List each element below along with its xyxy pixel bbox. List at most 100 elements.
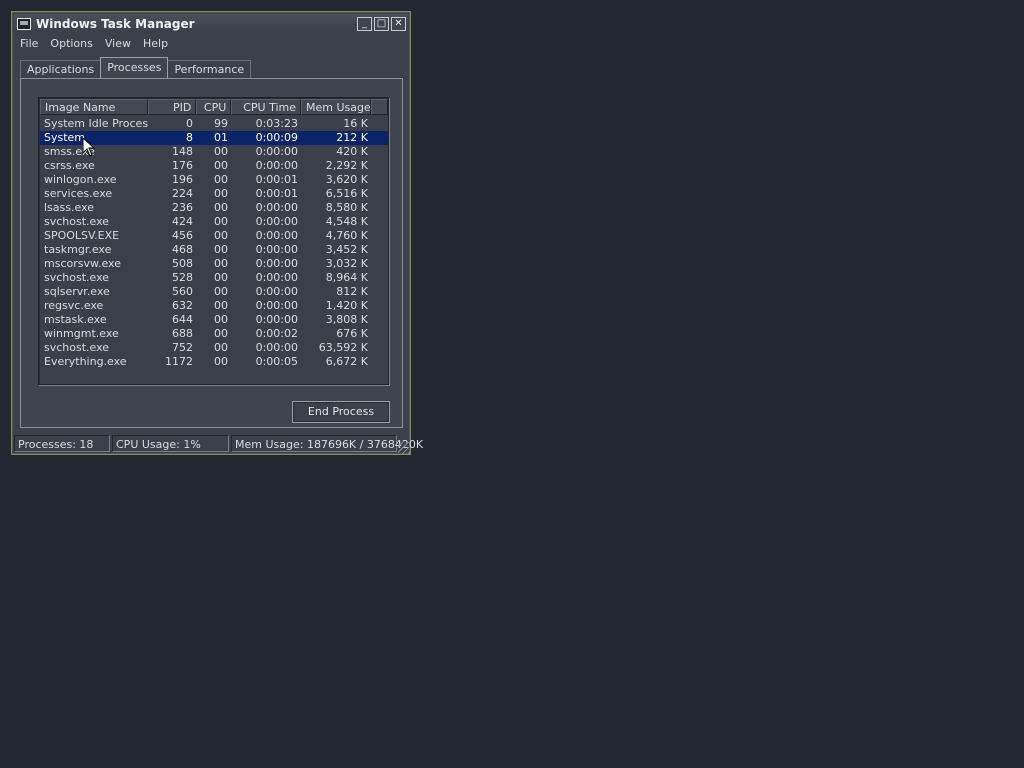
tab-processes[interactable]: Processes (100, 57, 169, 78)
processes-panel: Image Name PID CPU CPU Time Mem Usage Sy… (20, 78, 403, 428)
process-cpu: 00 (214, 201, 228, 214)
process-mem: 63,592 K (318, 341, 368, 354)
process-name: lsass.exe (44, 201, 94, 214)
process-name: System Idle Process (44, 117, 148, 130)
process-cpu: 99 (214, 117, 228, 130)
table-row[interactable]: winmgmt.exe 688 00 0:00:02 676 K (40, 327, 388, 341)
end-process-button[interactable]: End Process (292, 401, 390, 423)
process-pid: 632 (172, 299, 193, 312)
process-cpu-time: 0:00:00 (255, 229, 298, 242)
table-row[interactable]: mscorsvw.exe 508 00 0:00:00 3,032 K (40, 257, 388, 271)
process-cpu: 00 (214, 243, 228, 256)
process-name: csrss.exe (44, 159, 95, 172)
process-cpu: 00 (214, 145, 228, 158)
process-mem: 3,452 K (325, 243, 368, 256)
maximize-button[interactable]: □ (374, 16, 389, 31)
menu-options[interactable]: Options (44, 37, 98, 50)
table-row[interactable]: lsass.exe 236 00 0:00:00 8,580 K (40, 201, 388, 215)
tab-performance[interactable]: Performance (167, 60, 252, 78)
process-cpu: 01 (214, 131, 228, 144)
process-pid: 8 (186, 131, 193, 144)
process-pid: 176 (172, 159, 193, 172)
process-name: svchost.exe (44, 341, 110, 354)
process-name: regsvc.exe (44, 299, 104, 312)
table-row[interactable]: SPOOLSV.EXE 456 00 0:00:00 4,760 K (40, 229, 388, 243)
process-cpu-time: 0:00:00 (255, 243, 298, 256)
table-row[interactable]: mstask.exe 644 00 0:00:00 3,808 K (40, 313, 388, 327)
process-mem: 3,032 K (325, 257, 368, 270)
process-cpu-time: 0:00:00 (255, 257, 298, 270)
process-cpu-time: 0:00:00 (255, 271, 298, 284)
process-cpu: 00 (214, 229, 228, 242)
status-mem-usage: Mem Usage: 187696K / 3768420K (231, 435, 423, 452)
process-pid: 560 (172, 285, 193, 298)
process-name: mstask.exe (44, 313, 107, 326)
process-cpu: 00 (214, 271, 228, 284)
process-name: SPOOLSV.EXE (44, 229, 120, 242)
process-mem: 6,672 K (325, 355, 368, 368)
status-bar: Processes: 18 CPU Usage: 1% Mem Usage: 1… (14, 435, 423, 453)
menu-help[interactable]: Help (137, 37, 174, 50)
table-row[interactable]: System Idle Process 0 99 0:03:23 16 K (40, 117, 388, 131)
process-cpu: 00 (214, 313, 228, 326)
minimize-button[interactable]: _ (357, 16, 372, 31)
process-cpu-time: 0:00:09 (255, 131, 298, 144)
process-cpu-time: 0:00:00 (255, 285, 298, 298)
column-mem-usage[interactable]: Mem Usage (301, 99, 372, 115)
process-mem: 4,760 K (325, 229, 368, 242)
table-row[interactable]: svchost.exe 528 00 0:00:00 8,964 K (40, 271, 388, 285)
column-spacer (371, 99, 388, 115)
process-pid: 424 (172, 215, 193, 228)
process-name: mscorsvw.exe (44, 257, 121, 270)
tab-applications[interactable]: Applications (20, 60, 102, 78)
title-bar[interactable]: Windows Task Manager _ □ ✕ (14, 14, 408, 33)
process-mem: 8,964 K (325, 271, 368, 284)
process-cpu-time: 0:00:01 (255, 187, 298, 200)
process-mem: 212 K (336, 131, 368, 144)
process-mem: 16 K (343, 117, 368, 130)
process-name: services.exe (44, 187, 113, 200)
process-name: winmgmt.exe (44, 327, 119, 340)
menu-file[interactable]: File (14, 37, 44, 50)
process-pid: 456 (172, 229, 193, 242)
process-cpu: 00 (214, 159, 228, 172)
resize-grip[interactable] (398, 442, 410, 454)
column-cpu-time[interactable]: CPU Time (231, 99, 302, 115)
process-cpu-time: 0:00:00 (255, 145, 298, 158)
table-row[interactable]: sqlservr.exe 560 00 0:00:00 812 K (40, 285, 388, 299)
process-cpu-time: 0:00:00 (255, 201, 298, 214)
column-image-name[interactable]: Image Name (40, 99, 148, 115)
monitor-icon (17, 17, 31, 30)
status-processes: Processes: 18 (14, 435, 110, 452)
process-cpu: 00 (214, 257, 228, 270)
process-cpu: 00 (214, 173, 228, 186)
table-row[interactable]: regsvc.exe 632 00 0:00:00 1,420 K (40, 299, 388, 313)
process-cpu: 00 (214, 285, 228, 298)
process-cpu-time: 0:00:05 (255, 355, 298, 368)
window-title: Windows Task Manager (36, 16, 195, 31)
table-row[interactable]: svchost.exe 752 00 0:00:00 63,592 K (40, 341, 388, 355)
table-row[interactable]: services.exe 224 00 0:00:01 6,516 K (40, 187, 388, 201)
table-row[interactable]: svchost.exe 424 00 0:00:00 4,548 K (40, 215, 388, 229)
column-pid[interactable]: PID (147, 99, 197, 115)
process-pid: 752 (172, 341, 193, 354)
table-row[interactable]: winlogon.exe 196 00 0:00:01 3,620 K (40, 173, 388, 187)
column-cpu[interactable]: CPU (196, 99, 232, 115)
table-row[interactable]: taskmgr.exe 468 00 0:00:00 3,452 K (40, 243, 388, 257)
process-mem: 420 K (336, 145, 368, 158)
menu-view[interactable]: View (99, 37, 137, 50)
process-mem: 3,808 K (325, 313, 368, 326)
process-pid: 468 (172, 243, 193, 256)
close-button[interactable]: ✕ (391, 16, 406, 31)
process-cpu: 00 (214, 215, 228, 228)
process-pid: 508 (172, 257, 193, 270)
process-name: sqlservr.exe (44, 285, 110, 298)
process-mem: 812 K (336, 285, 368, 298)
process-pid: 528 (172, 271, 193, 284)
process-mem: 1,420 K (325, 299, 368, 312)
table-row[interactable]: csrss.exe 176 00 0:00:00 2,292 K (40, 159, 388, 173)
process-mem: 2,292 K (325, 159, 368, 172)
table-row[interactable]: Everything.exe 1172 00 0:00:05 6,672 K (40, 355, 388, 369)
process-pid: 196 (172, 173, 193, 186)
process-cpu: 00 (214, 341, 228, 354)
